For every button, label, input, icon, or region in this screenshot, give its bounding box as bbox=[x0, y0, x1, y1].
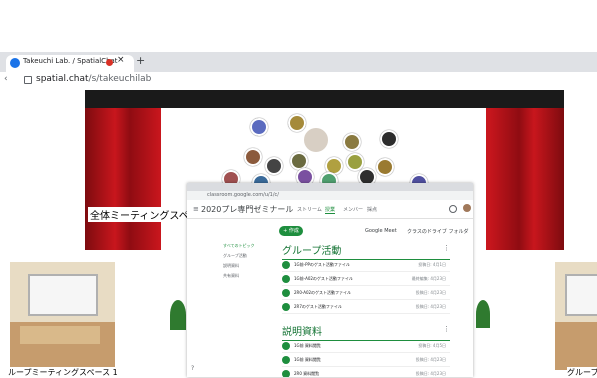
whiteboard bbox=[28, 274, 98, 316]
shared-url: classroom.google.com/u/1/c/ bbox=[187, 191, 473, 200]
url-text[interactable]: spatial.chat/s/takeuchilab bbox=[36, 74, 151, 84]
item-title: 1G前 資料閲覧 bbox=[294, 357, 321, 362]
list-item[interactable]: 1G前-PPのゲスト活動ファイル 投稿日: 4月1日 bbox=[282, 259, 450, 272]
item-title: 1G前 資料閲覧 bbox=[294, 343, 321, 348]
new-tab-button[interactable]: + bbox=[136, 54, 145, 67]
side-topic-group[interactable]: グループ活動 bbox=[223, 253, 247, 259]
material-icon bbox=[282, 356, 290, 364]
plant-decoration bbox=[170, 300, 186, 330]
list-item[interactable]: 1G前-A02のゲスト活動ファイル 最終編集: 4月23日 bbox=[282, 273, 450, 286]
settings-icon[interactable] bbox=[449, 205, 457, 213]
side-topic-shared[interactable]: 共有資料 bbox=[223, 273, 239, 279]
item-date: 最終編集: 4月23日 bbox=[411, 276, 446, 281]
curtain-right bbox=[489, 90, 564, 250]
room-table bbox=[20, 326, 100, 344]
google-meet-link[interactable]: Google Meet bbox=[365, 228, 397, 234]
item-title: 2R0 資料閲覧 bbox=[294, 371, 320, 376]
tab-stream[interactable]: ストリーム bbox=[297, 206, 322, 213]
tab-title: Takeuchi Lab. / SpatialChat bbox=[23, 57, 118, 65]
item-date: 投稿日: 4月1日 bbox=[418, 262, 446, 267]
help-icon[interactable]: ? bbox=[191, 365, 194, 372]
item-title: 2R7のゲスト活動ファイル bbox=[294, 304, 342, 309]
avatar[interactable] bbox=[376, 158, 394, 176]
avatar[interactable] bbox=[288, 114, 306, 132]
material-icon bbox=[282, 342, 290, 350]
tab-grades[interactable]: 採点 bbox=[367, 206, 377, 213]
assignment-icon bbox=[282, 289, 290, 297]
room-left-label: ループミーティングスペース 1 bbox=[8, 367, 118, 378]
menu-icon[interactable]: ≡ bbox=[193, 205, 199, 213]
section-title: 説明資料 bbox=[282, 323, 450, 341]
spatialchat-logo-icon bbox=[10, 58, 20, 68]
recording-icon bbox=[106, 59, 113, 66]
avatar[interactable] bbox=[250, 118, 268, 136]
avatar[interactable] bbox=[265, 157, 283, 175]
url-path: /s/takeuchilab bbox=[88, 74, 152, 84]
assignment-icon bbox=[282, 275, 290, 283]
item-title: 2R0-A02のゲスト活動ファイル bbox=[294, 290, 352, 295]
room-right-label: グループ bbox=[567, 367, 597, 378]
item-title: 1G前-A02のゲスト活動ファイル bbox=[294, 276, 353, 281]
drive-folder-link[interactable]: クラスのドライブ フォルダ bbox=[407, 228, 469, 235]
room-left[interactable] bbox=[10, 262, 115, 370]
tab-classwork[interactable]: 授業 bbox=[325, 206, 336, 214]
shared-tabbar bbox=[187, 183, 473, 191]
avatar[interactable] bbox=[343, 133, 361, 151]
plant-decoration bbox=[476, 300, 490, 328]
curtain-left bbox=[85, 90, 160, 250]
assignment-icon bbox=[282, 303, 290, 311]
list-item[interactable]: 1G前 資料閲覧 投稿日: 4月5日 bbox=[282, 340, 450, 353]
list-item[interactable]: 2R0-A02のゲスト活動ファイル 投稿日: 4月23日 bbox=[282, 287, 450, 300]
avatar-speaker[interactable] bbox=[302, 126, 330, 154]
stage-top bbox=[85, 90, 564, 108]
assignment-icon bbox=[282, 261, 290, 269]
material-icon bbox=[282, 370, 290, 377]
list-item[interactable]: 2R0 資料閲覧 投稿日: 4月23日 bbox=[282, 368, 450, 377]
shared-screen[interactable]: classroom.google.com/u/1/c/ ≡ 2020プレ専門ゼミ… bbox=[187, 183, 473, 377]
item-date: 投稿日: 4月23日 bbox=[415, 371, 446, 376]
create-button[interactable]: + 作成 bbox=[279, 226, 303, 236]
list-item[interactable]: 2R7のゲスト活動ファイル 投稿日: 4月23日 bbox=[282, 301, 450, 314]
tab-people[interactable]: メンバー bbox=[343, 206, 363, 213]
more-icon[interactable]: ⋮ bbox=[443, 325, 450, 333]
avatar[interactable] bbox=[346, 153, 364, 171]
section-title: グループ活動 bbox=[282, 242, 450, 260]
list-item[interactable]: 1G前 資料閲覧 投稿日: 4月23日 bbox=[282, 354, 450, 367]
item-date: 投稿日: 4月23日 bbox=[415, 290, 446, 295]
back-icon[interactable]: ‹ bbox=[4, 74, 8, 84]
item-date: 投稿日: 4月23日 bbox=[415, 304, 446, 309]
item-date: 投稿日: 4月5日 bbox=[418, 343, 446, 348]
url-host: spatial.chat bbox=[36, 74, 89, 84]
avatar[interactable] bbox=[244, 148, 262, 166]
class-title[interactable]: 2020プレ専門ゼミナール bbox=[201, 204, 293, 215]
side-topic-explain[interactable]: 説明資料 bbox=[223, 263, 239, 269]
more-icon[interactable]: ⋮ bbox=[443, 244, 450, 252]
lock-icon bbox=[24, 76, 32, 84]
avatar[interactable] bbox=[380, 130, 398, 148]
item-date: 投稿日: 4月23日 bbox=[415, 357, 446, 362]
side-topic-all[interactable]: すべてのトピック bbox=[223, 243, 255, 249]
avatar[interactable] bbox=[463, 204, 471, 212]
room-right[interactable] bbox=[555, 262, 597, 370]
shared-url-text: classroom.google.com/u/1/c/ bbox=[207, 192, 279, 198]
item-title: 1G前-PPのゲスト活動ファイル bbox=[294, 262, 350, 267]
whiteboard bbox=[565, 274, 597, 316]
close-tab-button[interactable]: × bbox=[117, 55, 125, 65]
